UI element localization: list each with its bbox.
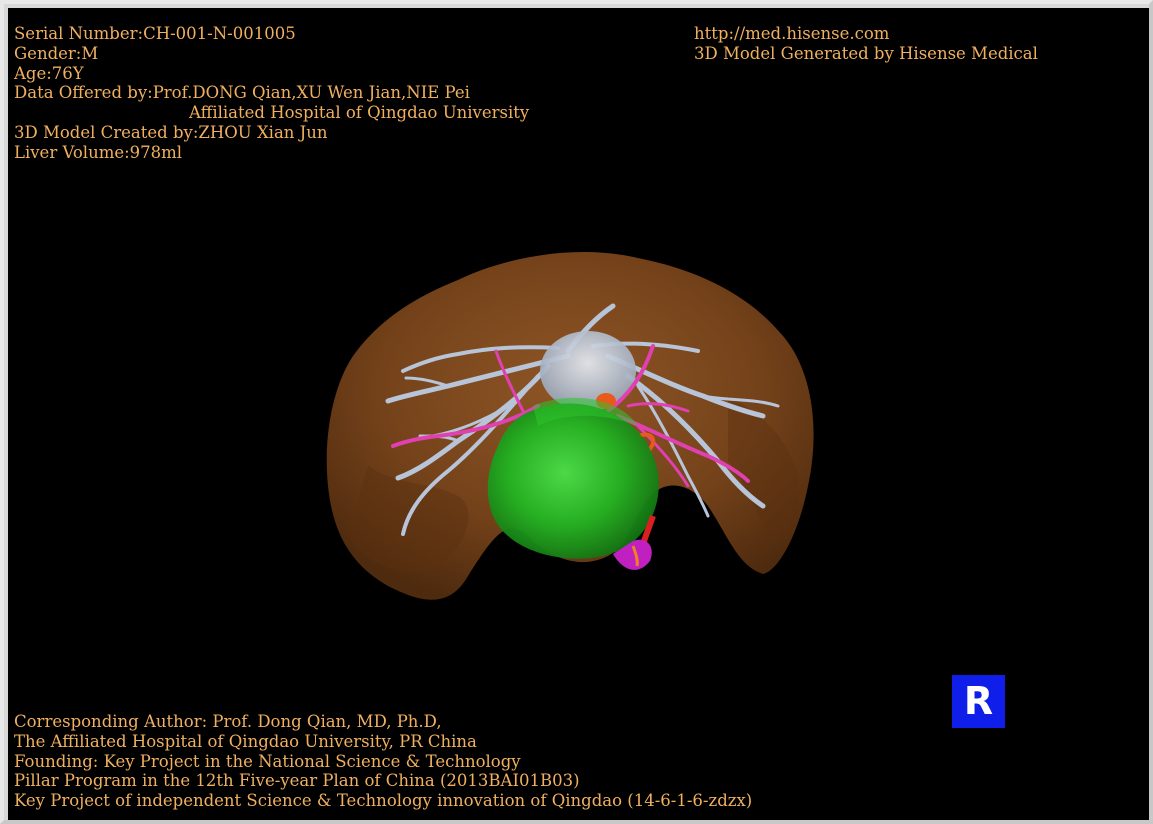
footer-credits: Corresponding Author: Prof. Dong Qian, M…	[14, 712, 752, 811]
serial-number: Serial Number:CH-001-N-001005	[14, 24, 296, 43]
hospital: Affiliated Hospital of Qingdao Universit…	[189, 103, 530, 123]
age: Age:76Y	[14, 63, 84, 83]
footer-line-4: Pillar Program in the 12th Five-year Pla…	[14, 771, 580, 791]
footer-line-2: The Affiliated Hospital of Qingdao Unive…	[14, 731, 477, 751]
gender: Gender:M	[14, 43, 99, 63]
liver-volume: Liver Volume:978ml	[14, 142, 183, 162]
liver-3d-model[interactable]	[308, 236, 828, 616]
footer-line-3: Founding: Key Project in the National Sc…	[14, 751, 521, 771]
model-created-by: 3D Model Created by:ZHOU Xian Jun	[14, 122, 328, 142]
data-offered-by: Data Offered by:Prof.DONG Qian,XU Wen Ji…	[14, 83, 470, 103]
window-frame: Serial Number:CH-001-N-001005 Gender:M A…	[0, 0, 1153, 824]
generated-by: 3D Model Generated by Hisense Medical	[694, 43, 1038, 63]
footer-line-1: Corresponding Author: Prof. Dong Qian, M…	[14, 712, 442, 731]
3d-viewport[interactable]: Serial Number:CH-001-N-001005 Gender:M A…	[8, 8, 1149, 820]
patient-info: Serial Number:CH-001-N-001005 Gender:M A…	[14, 24, 529, 163]
footer-line-5: Key Project of independent Science & Tec…	[14, 791, 753, 811]
orientation-r-button[interactable]: R	[952, 675, 1005, 728]
header-right: http://med.hisense.com 3D Model Generate…	[694, 24, 1038, 64]
website-url: http://med.hisense.com	[694, 24, 890, 43]
